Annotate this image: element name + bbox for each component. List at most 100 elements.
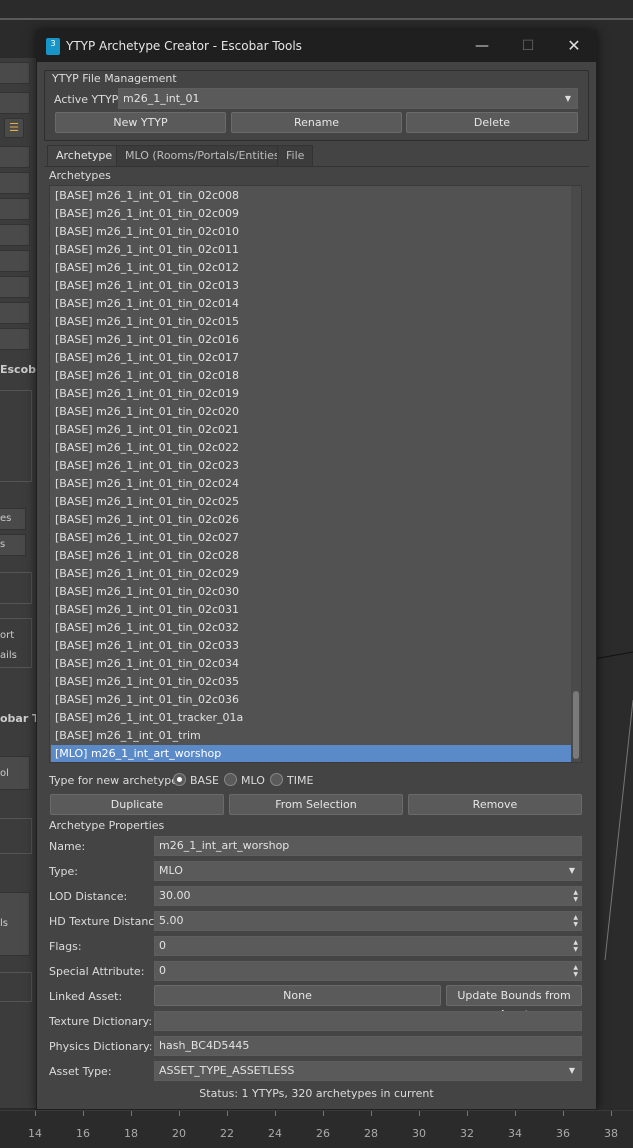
list-item[interactable]: [BASE] m26_1_int_01_tin_02c013 [51, 277, 572, 295]
list-item[interactable]: [BASE] m26_1_int_01_tin_02c016 [51, 331, 572, 349]
special-attribute-spinner[interactable]: 0 ▲ ▼ [154, 961, 582, 981]
list-item[interactable]: [BASE] m26_1_int_01_tin_02c030 [51, 583, 572, 601]
linked-asset-button[interactable]: None [154, 985, 441, 1006]
list-item[interactable]: [BASE] m26_1_int_01_tin_02c019 [51, 385, 572, 403]
asset-type-select[interactable]: ASSET_TYPE_ASSETLESS ▼ [154, 1061, 582, 1081]
properties-label: Archetype Properties [49, 819, 165, 832]
radio-base-label: BASE [190, 774, 220, 787]
texture-dictionary-field[interactable] [154, 1011, 582, 1031]
asset-type-label: Asset Type: [49, 1065, 112, 1078]
ruler-tick [515, 1111, 516, 1116]
minimize-button[interactable]: — [459, 31, 505, 62]
list-item[interactable]: [BASE] m26_1_int_01_tin_02c008 [51, 187, 572, 205]
list-item-selected[interactable]: [MLO] m26_1_int_art_worshop [51, 745, 572, 762]
list-item[interactable]: [BASE] m26_1_int_01_tin_02c012 [51, 259, 572, 277]
list-item[interactable]: [BASE] m26_1_int_01_tin_02c015 [51, 313, 572, 331]
maximize-button[interactable]: ☐ [505, 31, 551, 62]
list-scrollbar[interactable] [571, 186, 581, 762]
active-ytyp-label: Active YTYP: [54, 93, 123, 106]
panel-button[interactable] [0, 250, 30, 272]
panel-button[interactable] [0, 92, 30, 114]
ruler-tick [131, 1111, 132, 1116]
tab-file[interactable]: File [277, 145, 314, 166]
panel-button[interactable] [0, 146, 30, 168]
list-item[interactable]: [BASE] m26_1_int_01_tin_02c028 [51, 547, 572, 565]
new-ytyp-button[interactable]: New YTYP [55, 112, 226, 133]
tab-mlo[interactable]: MLO (Rooms/Portals/Entities) [116, 145, 293, 166]
type-select[interactable]: MLO ▼ [154, 861, 582, 881]
ruler-label: 14 [28, 1127, 42, 1140]
panel-button[interactable] [0, 328, 30, 350]
panel-button[interactable] [0, 172, 30, 194]
list-item[interactable]: [BASE] m26_1_int_01_tin_02c009 [51, 205, 572, 223]
list-item[interactable]: [BASE] m26_1_int_01_tin_02c036 [51, 691, 572, 709]
list-item[interactable]: [BASE] m26_1_int_01_tin_02c011 [51, 241, 572, 259]
list-item[interactable]: [BASE] m26_1_int_01_tracker_01a [51, 709, 572, 727]
list-item[interactable]: [BASE] m26_1_int_01_tin_02c020 [51, 403, 572, 421]
rename-button[interactable]: Rename [231, 112, 402, 133]
panel-button[interactable] [0, 224, 30, 246]
list-item[interactable]: [BASE] m26_1_int_01_tin_02c025 [51, 493, 572, 511]
list-item[interactable]: [BASE] m26_1_int_01_tin_02c031 [51, 601, 572, 619]
ruler-label: 34 [508, 1127, 522, 1140]
remove-button[interactable]: Remove [408, 794, 582, 815]
tab-archetype[interactable]: Archetype [47, 145, 122, 166]
list-item[interactable]: [BASE] m26_1_int_01_tin_02c010 [51, 223, 572, 241]
panel-rollout-box [0, 818, 32, 854]
ruler-tick [179, 1111, 180, 1116]
list-item[interactable]: [BASE] m26_1_int_01_tin_02c021 [51, 421, 572, 439]
delete-button[interactable]: Delete [406, 112, 578, 133]
close-button[interactable]: ✕ [551, 31, 597, 62]
list-item[interactable]: [BASE] m26_1_int_01_tin_02c022 [51, 439, 572, 457]
list-item[interactable]: [BASE] m26_1_int_01_tin_02c027 [51, 529, 572, 547]
asset-type-value: ASSET_TYPE_ASSETLESS [159, 1064, 295, 1077]
ruler-label: 38 [604, 1127, 618, 1140]
active-ytyp-select[interactable]: m26_1_int_01 ▼ [118, 88, 578, 109]
spinner-arrows-icon[interactable]: ▲ ▼ [573, 939, 578, 953]
panel-button[interactable] [0, 276, 30, 298]
spinner-arrows-icon[interactable]: ▲ ▼ [573, 964, 578, 978]
radio-mlo[interactable] [224, 773, 237, 786]
tab-pane-border [44, 166, 589, 167]
name-field[interactable]: m26_1_int_art_worshop [154, 836, 582, 856]
list-item[interactable]: [BASE] m26_1_int_01_trim [51, 727, 572, 745]
radio-time[interactable] [270, 773, 283, 786]
archetypes-list[interactable]: [BASE] m26_1_int_01_tin_02c008 [BASE] m2… [49, 185, 582, 763]
panel-button[interactable] [0, 62, 30, 84]
lod-distance-spinner[interactable]: 30.00 ▲ ▼ [154, 886, 582, 906]
ruler-tick [83, 1111, 84, 1116]
panel-button[interactable] [0, 302, 30, 324]
scrollbar-thumb[interactable] [573, 691, 579, 759]
update-bounds-button[interactable]: Update Bounds from Asset [446, 985, 582, 1021]
radio-base[interactable] [173, 773, 186, 786]
list-item[interactable]: [BASE] m26_1_int_01_tin_02c026 [51, 511, 572, 529]
list-item[interactable]: [BASE] m26_1_int_01_tin_02c023 [51, 457, 572, 475]
ruler-label: 32 [460, 1127, 474, 1140]
spinner-arrows-icon[interactable]: ▲ ▼ [573, 889, 578, 903]
ruler-tick [563, 1111, 564, 1116]
ruler-label: 18 [124, 1127, 138, 1140]
duplicate-button[interactable]: Duplicate [50, 794, 224, 815]
hd-texture-distance-spinner[interactable]: 5.00 ▲ ▼ [154, 911, 582, 931]
list-settings-icon[interactable]: ☰ [4, 118, 24, 138]
list-item[interactable]: [BASE] m26_1_int_01_tin_02c034 [51, 655, 572, 673]
panel-button[interactable] [0, 198, 30, 220]
list-item[interactable]: [BASE] m26_1_int_01_tin_02c035 [51, 673, 572, 691]
ruler-tick [35, 1111, 36, 1116]
spinner-arrows-icon[interactable]: ▲ ▼ [573, 914, 578, 928]
flags-spinner[interactable]: 0 ▲ ▼ [154, 936, 582, 956]
list-item[interactable]: [BASE] m26_1_int_01_tin_02c014 [51, 295, 572, 313]
timeline-ruler[interactable]: 14 16 18 20 22 24 26 28 30 32 34 36 38 [0, 1110, 633, 1148]
list-item[interactable]: [BASE] m26_1_int_01_tin_02c029 [51, 565, 572, 583]
list-item[interactable]: [BASE] m26_1_int_01_tin_02c017 [51, 349, 572, 367]
physics-dictionary-field[interactable]: hash_BC4D5445 [154, 1036, 582, 1056]
list-item[interactable]: [BASE] m26_1_int_01_tin_02c033 [51, 637, 572, 655]
physics-dictionary-label: Physics Dictionary: [49, 1040, 153, 1053]
list-item[interactable]: [BASE] m26_1_int_01_tin_02c032 [51, 619, 572, 637]
title-bar[interactable]: 3 YTYP Archetype Creator - Escobar Tools… [37, 31, 596, 62]
window-title: YTYP Archetype Creator - Escobar Tools [66, 39, 302, 53]
list-item[interactable]: [BASE] m26_1_int_01_tin_02c018 [51, 367, 572, 385]
special-attribute-label: Special Attribute: [49, 965, 145, 978]
list-item[interactable]: [BASE] m26_1_int_01_tin_02c024 [51, 475, 572, 493]
from-selection-button[interactable]: From Selection [229, 794, 403, 815]
